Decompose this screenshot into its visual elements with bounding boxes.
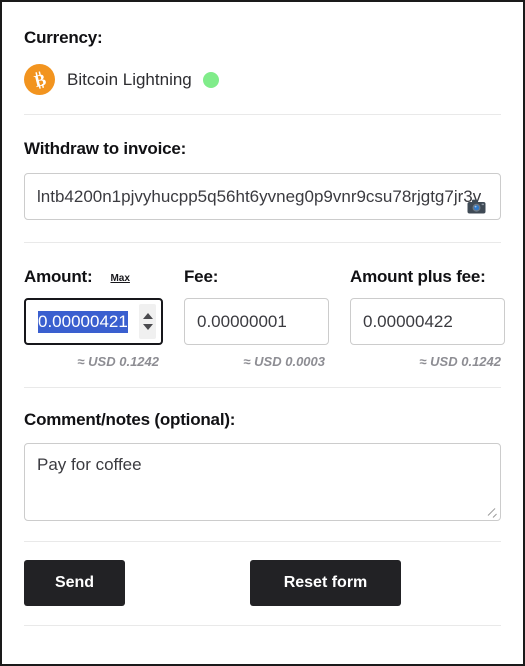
fee-column: Fee: 0.00000001 ≈ USD 0.0003 — [184, 265, 329, 369]
comment-label: Comment/notes (optional): — [24, 410, 236, 429]
total-input[interactable]: 0.00000422 — [350, 298, 505, 345]
amount-stepper[interactable] — [139, 304, 156, 339]
camera-icon[interactable] — [467, 199, 486, 214]
comment-section: Comment/notes (optional): Pay for coffee — [24, 388, 501, 541]
amount-label: Amount: — [24, 267, 93, 286]
invoice-field-wrap: lntb4200n1pjvyhucpp5q56ht6yvneg0p9vnr9cs… — [24, 173, 501, 220]
fee-input-value: 0.00000001 — [197, 311, 287, 331]
fee-input[interactable]: 0.00000001 — [184, 298, 329, 345]
amounts-section: Amount: Max 0.00000421 ≈ USD 0.1242 Fee: — [24, 243, 505, 387]
currency-section: Currency: B Bitcoin Lightning — [24, 2, 501, 114]
divider — [24, 625, 501, 626]
currency-name: Bitcoin Lightning — [67, 69, 192, 89]
comment-textarea-value: Pay for coffee — [37, 455, 142, 474]
currency-label: Currency: — [24, 28, 103, 47]
send-button[interactable]: Send — [24, 560, 125, 606]
fee-usd-note: ≈ USD 0.0003 — [243, 354, 325, 369]
total-input-value: 0.00000422 — [363, 311, 453, 331]
max-button[interactable]: Max — [110, 273, 129, 284]
invoice-section: Withdraw to invoice: lntb4200n1pjvyhucpp… — [24, 115, 501, 242]
spinner-down-icon[interactable] — [142, 324, 153, 330]
amount-header: Amount: Max — [24, 265, 163, 287]
amount-usd-note: ≈ USD 0.1242 — [77, 354, 159, 369]
total-label: Amount plus fee: — [350, 267, 486, 286]
invoice-input[interactable]: lntb4200n1pjvyhucpp5q56ht6yvneg0p9vnr9cs… — [24, 173, 501, 220]
total-column: Amount plus fee: 0.00000422 ≈ USD 0.1242 — [350, 265, 505, 369]
spinner-up-icon[interactable] — [142, 313, 153, 319]
invoice-label: Withdraw to invoice: — [24, 139, 187, 158]
total-usd-note: ≈ USD 0.1242 — [419, 354, 501, 369]
invoice-input-value: lntb4200n1pjvyhucpp5q56ht6yvneg0p9vnr9cs… — [37, 186, 482, 206]
amount-column: Amount: Max 0.00000421 ≈ USD 0.1242 — [24, 265, 163, 369]
total-header: Amount plus fee: — [350, 265, 505, 287]
resize-grip-icon[interactable] — [487, 507, 498, 518]
currency-row: B Bitcoin Lightning — [24, 64, 501, 95]
fee-header: Fee: — [184, 265, 329, 287]
amounts-grid: Amount: Max 0.00000421 ≈ USD 0.1242 Fee: — [24, 265, 505, 369]
amount-input[interactable]: 0.00000421 — [24, 298, 163, 345]
fee-label: Fee: — [184, 267, 219, 286]
withdraw-form-page: Currency: B Bitcoin Lightning Withdraw t… — [0, 0, 525, 666]
bitcoin-icon: B — [24, 64, 55, 95]
reset-form-button[interactable]: Reset form — [250, 560, 401, 606]
actions-section: Send Reset form — [24, 542, 501, 625]
status-dot-icon — [202, 71, 219, 88]
comment-textarea[interactable]: Pay for coffee — [24, 443, 501, 521]
amount-input-value: 0.00000421 — [38, 310, 128, 333]
